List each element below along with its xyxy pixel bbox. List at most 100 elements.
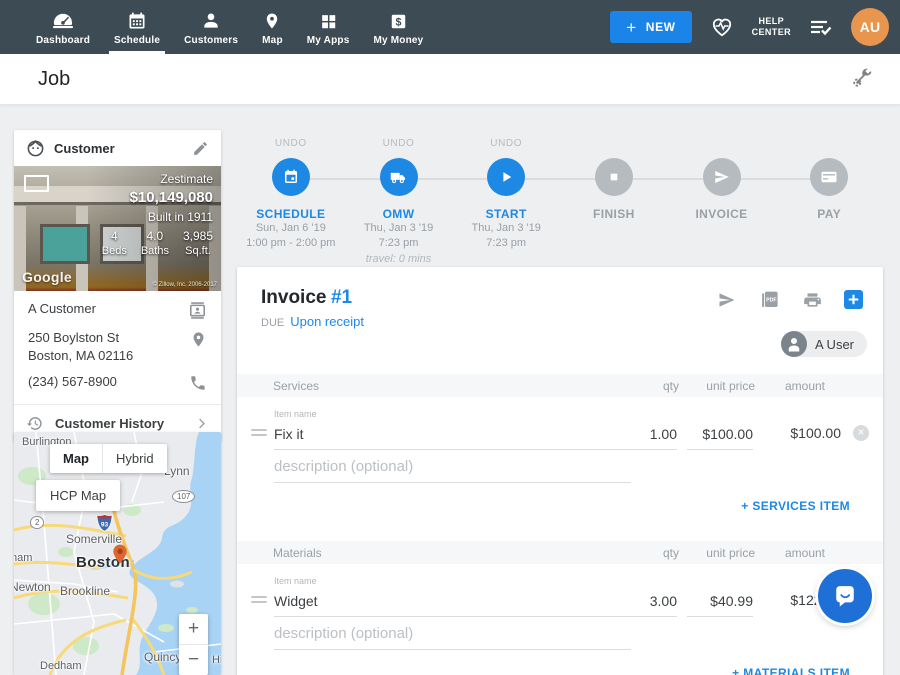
zoom-in-button[interactable]: + bbox=[179, 614, 208, 644]
finish-step-button[interactable] bbox=[595, 158, 633, 196]
materials-section-header: Materials qty unit price amount bbox=[237, 541, 883, 564]
step-time: 7:23 pm bbox=[452, 236, 560, 251]
nav-item-dashboard[interactable]: Dashboard bbox=[24, 0, 102, 54]
map-label-hingham: Hi bbox=[212, 654, 221, 666]
map-label-lynn: Lynn bbox=[164, 464, 190, 478]
customer-phone-row: (234) 567-8900 bbox=[14, 364, 221, 404]
assignee-chip[interactable]: A User bbox=[781, 331, 867, 357]
map-type-map-button[interactable]: Map bbox=[50, 444, 102, 473]
stat-sqft: 3,985 Sq.ft. bbox=[183, 229, 213, 257]
assignee-avatar-icon bbox=[781, 331, 807, 357]
zestimate-label: Zestimate bbox=[102, 172, 213, 186]
location-pin-icon[interactable] bbox=[190, 329, 207, 349]
material-item-row: Item name $122.97 × bbox=[237, 564, 883, 617]
print-icon[interactable] bbox=[802, 290, 823, 310]
services-section-header: Services qty unit price amount bbox=[237, 374, 883, 397]
money-icon: $ bbox=[389, 9, 408, 31]
service-unit-price-input[interactable] bbox=[687, 424, 753, 450]
material-unit-price-input[interactable] bbox=[687, 591, 753, 617]
help-center-link[interactable]: HELP CENTER bbox=[752, 16, 791, 39]
calendar-icon bbox=[282, 168, 300, 186]
chat-icon bbox=[831, 582, 859, 610]
edit-pencil-icon[interactable] bbox=[192, 140, 209, 157]
nav-label: Schedule bbox=[114, 35, 160, 46]
contact-card-icon[interactable] bbox=[188, 300, 207, 320]
step-label: FINISH bbox=[560, 207, 668, 221]
nav-item-schedule[interactable]: Schedule bbox=[102, 0, 172, 54]
invoice-step-button[interactable] bbox=[703, 158, 741, 196]
schedule-step-button[interactable] bbox=[272, 158, 310, 196]
health-pulse-icon[interactable] bbox=[709, 15, 735, 39]
undo-schedule-button[interactable]: UNDO bbox=[237, 138, 345, 152]
chat-bubble-button[interactable] bbox=[818, 569, 872, 623]
property-photo[interactable]: Zestimate $10,149,080 Built in 1911 4 Be… bbox=[14, 166, 221, 291]
stat-label: Sq.ft. bbox=[183, 245, 213, 257]
due-value-link[interactable]: Upon receipt bbox=[290, 314, 364, 329]
material-description-input[interactable] bbox=[274, 623, 631, 650]
start-step-button[interactable] bbox=[487, 158, 525, 196]
step-pay: PAY bbox=[775, 138, 883, 267]
add-materials-item-link[interactable]: + MATERIALS ITEM bbox=[732, 666, 850, 675]
job-location-marker[interactable] bbox=[112, 544, 128, 569]
nav-item-customers[interactable]: Customers bbox=[172, 0, 250, 54]
invoice-actions: PDF bbox=[716, 289, 863, 310]
task-list-icon[interactable] bbox=[808, 16, 834, 38]
remove-item-icon[interactable]: × bbox=[853, 425, 869, 441]
customer-phone: (234) 567-8900 bbox=[28, 373, 117, 391]
customer-name: A Customer bbox=[28, 300, 96, 318]
nav-item-map[interactable]: Map bbox=[250, 0, 295, 54]
column-amount: amount bbox=[767, 546, 843, 560]
map-label-waltham: ham bbox=[14, 552, 32, 564]
step-finish: FINISH bbox=[560, 138, 668, 267]
hcp-map-button[interactable]: HCP Map bbox=[36, 480, 120, 511]
zoom-out-button[interactable]: − bbox=[179, 644, 208, 675]
material-description-row bbox=[237, 617, 883, 650]
interstate-93-shield: 93 bbox=[96, 514, 113, 537]
service-item-name-input[interactable] bbox=[274, 424, 629, 450]
map-widget[interactable]: Burlington Lynn Somerville Boston ham Ne… bbox=[14, 432, 221, 675]
svg-text:93: 93 bbox=[101, 521, 109, 528]
step-time: 1:00 pm - 2:00 pm bbox=[237, 236, 345, 251]
send-invoice-icon[interactable] bbox=[716, 290, 738, 310]
new-button[interactable]: + NEW bbox=[610, 11, 691, 43]
pay-step-button[interactable] bbox=[810, 158, 848, 196]
credit-card-icon bbox=[820, 168, 838, 186]
add-invoice-icon[interactable] bbox=[844, 290, 863, 309]
nav-item-my-money[interactable]: $ My Money bbox=[361, 0, 435, 54]
map-type-hybrid-button[interactable]: Hybrid bbox=[102, 444, 167, 473]
step-date: Thu, Jan 3 '19 bbox=[345, 221, 453, 236]
map-type-control: Map Hybrid bbox=[50, 444, 167, 473]
top-navbar: Dashboard Schedule Customers Map bbox=[0, 0, 900, 54]
invoice-header: Invoice #1 DUE Upon receipt PDF bbox=[237, 267, 883, 354]
map-zoom-control: + − bbox=[179, 614, 208, 675]
nav-item-my-apps[interactable]: My Apps bbox=[295, 0, 362, 54]
invoice-number[interactable]: #1 bbox=[331, 287, 352, 308]
phone-icon[interactable] bbox=[189, 373, 207, 392]
step-invoice: INVOICE bbox=[668, 138, 776, 267]
column-qty: qty bbox=[631, 379, 679, 393]
omw-step-button[interactable] bbox=[380, 158, 418, 196]
step-label: INVOICE bbox=[668, 207, 776, 221]
drag-handle-icon[interactable] bbox=[251, 426, 267, 436]
material-item-name-input[interactable] bbox=[274, 591, 629, 617]
service-qty-input[interactable] bbox=[629, 424, 677, 450]
job-tools-icon[interactable] bbox=[850, 65, 874, 94]
drag-handle-icon[interactable] bbox=[251, 593, 267, 603]
service-description-row bbox=[237, 450, 883, 483]
step-schedule: UNDO SCHEDULE Sun, Jan 6 '19 1:00 pm - 2… bbox=[237, 138, 345, 267]
user-avatar[interactable]: AU bbox=[851, 8, 889, 46]
undo-omw-button[interactable]: UNDO bbox=[345, 138, 453, 152]
undo-start-button[interactable]: UNDO bbox=[452, 138, 560, 152]
step-omw: UNDO OMW Thu, Jan 3 '19 7:23 pm travel: … bbox=[345, 138, 453, 267]
material-qty-input[interactable] bbox=[629, 591, 677, 617]
stat-value: 3,985 bbox=[183, 229, 213, 243]
add-services-item-link[interactable]: + SERVICES ITEM bbox=[741, 499, 850, 513]
zestimate-overlay: Zestimate $10,149,080 Built in 1911 4 Be… bbox=[102, 172, 213, 257]
service-description-input[interactable] bbox=[274, 456, 631, 483]
customer-card-title: Customer bbox=[54, 141, 115, 156]
pdf-icon[interactable]: PDF bbox=[759, 289, 781, 310]
due-label: DUE bbox=[261, 317, 284, 329]
nav-label: My Apps bbox=[307, 35, 350, 46]
truck-icon bbox=[389, 169, 408, 186]
customer-card-header: Customer bbox=[14, 130, 221, 166]
